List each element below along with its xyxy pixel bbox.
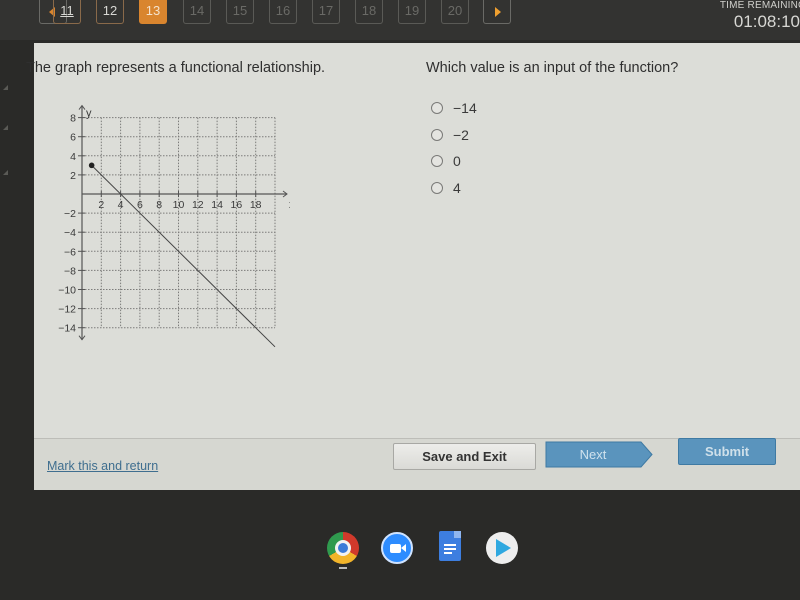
graph-grid	[82, 117, 276, 329]
active-app-indicator	[339, 567, 347, 569]
side-marker-icon	[3, 125, 8, 130]
x-axis-label: x	[289, 199, 290, 211]
y-tick-label: −10	[58, 285, 76, 297]
function-graph: 2 4 6 8 10 12 14 16 18 8 6 4 2 −2 −4 −6 −8 −10 −12 −14 x y	[58, 104, 290, 348]
question-panel: The graph represents a functional relati…	[26, 43, 800, 490]
answer-option[interactable]: 4	[431, 175, 477, 202]
google-docs-icon[interactable]	[439, 531, 461, 561]
zoom-icon[interactable]	[381, 532, 413, 564]
question-navigation-bar: 11 12 13 14 15 16 17 18 19 20 TIME REMAI…	[0, 0, 800, 40]
side-marker-icon	[3, 170, 8, 175]
mark-and-return-link[interactable]: Mark this and return	[47, 459, 158, 473]
submit-button[interactable]: Submit	[678, 438, 776, 465]
triangle-right-icon	[495, 7, 501, 17]
x-tick-label: 8	[156, 199, 162, 211]
question-16-button[interactable]: 16	[269, 0, 297, 24]
question-15-button[interactable]: 15	[226, 0, 254, 24]
question-13-button[interactable]: 13	[139, 0, 167, 24]
x-tick-label: 6	[137, 199, 143, 211]
answer-option[interactable]: 0	[431, 148, 477, 175]
y-tick-label: 6	[70, 132, 76, 144]
docs-line	[444, 548, 456, 550]
question-prompt: The graph represents a functional relati…	[26, 60, 326, 76]
radio-button[interactable]	[431, 181, 443, 194]
answer-option[interactable]: −14	[431, 95, 477, 122]
x-tick-label: 16	[231, 199, 243, 211]
x-tick-label: 10	[173, 199, 185, 211]
time-remaining-label: TIME REMAINING	[719, 0, 800, 11]
next-button[interactable]: Next	[545, 441, 653, 468]
next-question-nav-button[interactable]	[483, 0, 511, 24]
docs-line	[444, 544, 456, 546]
y-axis-label: y	[86, 108, 92, 120]
x-tick-label: 14	[211, 199, 223, 211]
play-triangle	[496, 539, 511, 557]
chrome-icon[interactable]	[327, 532, 359, 564]
side-marker-icon	[3, 85, 8, 90]
question-17-button[interactable]: 17	[312, 0, 340, 24]
answer-option-label: 0	[453, 153, 461, 170]
y-tick-label: 8	[70, 113, 76, 125]
y-tick-label: −12	[58, 304, 76, 316]
question-content: The graph represents a functional relati…	[26, 43, 800, 438]
graph-line	[88, 162, 276, 348]
y-tick-label: −14	[58, 323, 76, 335]
question-18-button[interactable]: 18	[355, 0, 383, 24]
answer-option-label: −14	[453, 100, 477, 117]
y-tick-label: 2	[70, 170, 76, 182]
docs-line	[444, 552, 452, 554]
x-tick-label: 18	[250, 199, 262, 211]
radio-button[interactable]	[431, 155, 443, 168]
closed-endpoint	[88, 162, 95, 169]
x-tick-label: 2	[98, 199, 104, 211]
y-tick-label: 4	[70, 151, 76, 163]
question-12-button[interactable]: 12	[96, 0, 124, 24]
y-tick-label: −4	[64, 227, 76, 239]
question-14-button[interactable]: 14	[183, 0, 211, 24]
question-20-button[interactable]: 20	[441, 0, 469, 24]
answer-option-label: −2	[453, 126, 469, 143]
answer-option-label: 4	[453, 179, 461, 196]
save-and-exit-button[interactable]: Save and Exit	[393, 443, 536, 470]
x-tick-label: 12	[192, 199, 204, 211]
question-ask: Which value is an input of the function?	[426, 60, 679, 76]
radio-button[interactable]	[431, 102, 443, 115]
time-remaining-value: 01:08:10	[733, 12, 800, 31]
y-tick-label: −6	[64, 246, 76, 258]
answer-option[interactable]: −2	[431, 122, 477, 149]
y-tick-label: −2	[64, 208, 76, 220]
play-store-icon[interactable]	[486, 532, 518, 564]
radio-button[interactable]	[431, 128, 443, 141]
x-tick-label: 4	[118, 199, 124, 211]
y-tick-label: −8	[64, 265, 76, 277]
question-19-button[interactable]: 19	[398, 0, 426, 24]
question-11-button[interactable]: 11	[53, 0, 81, 24]
next-button-label: Next	[579, 447, 607, 462]
answer-options: −14 −2 0 4	[431, 95, 477, 201]
function-line	[91, 164, 276, 348]
